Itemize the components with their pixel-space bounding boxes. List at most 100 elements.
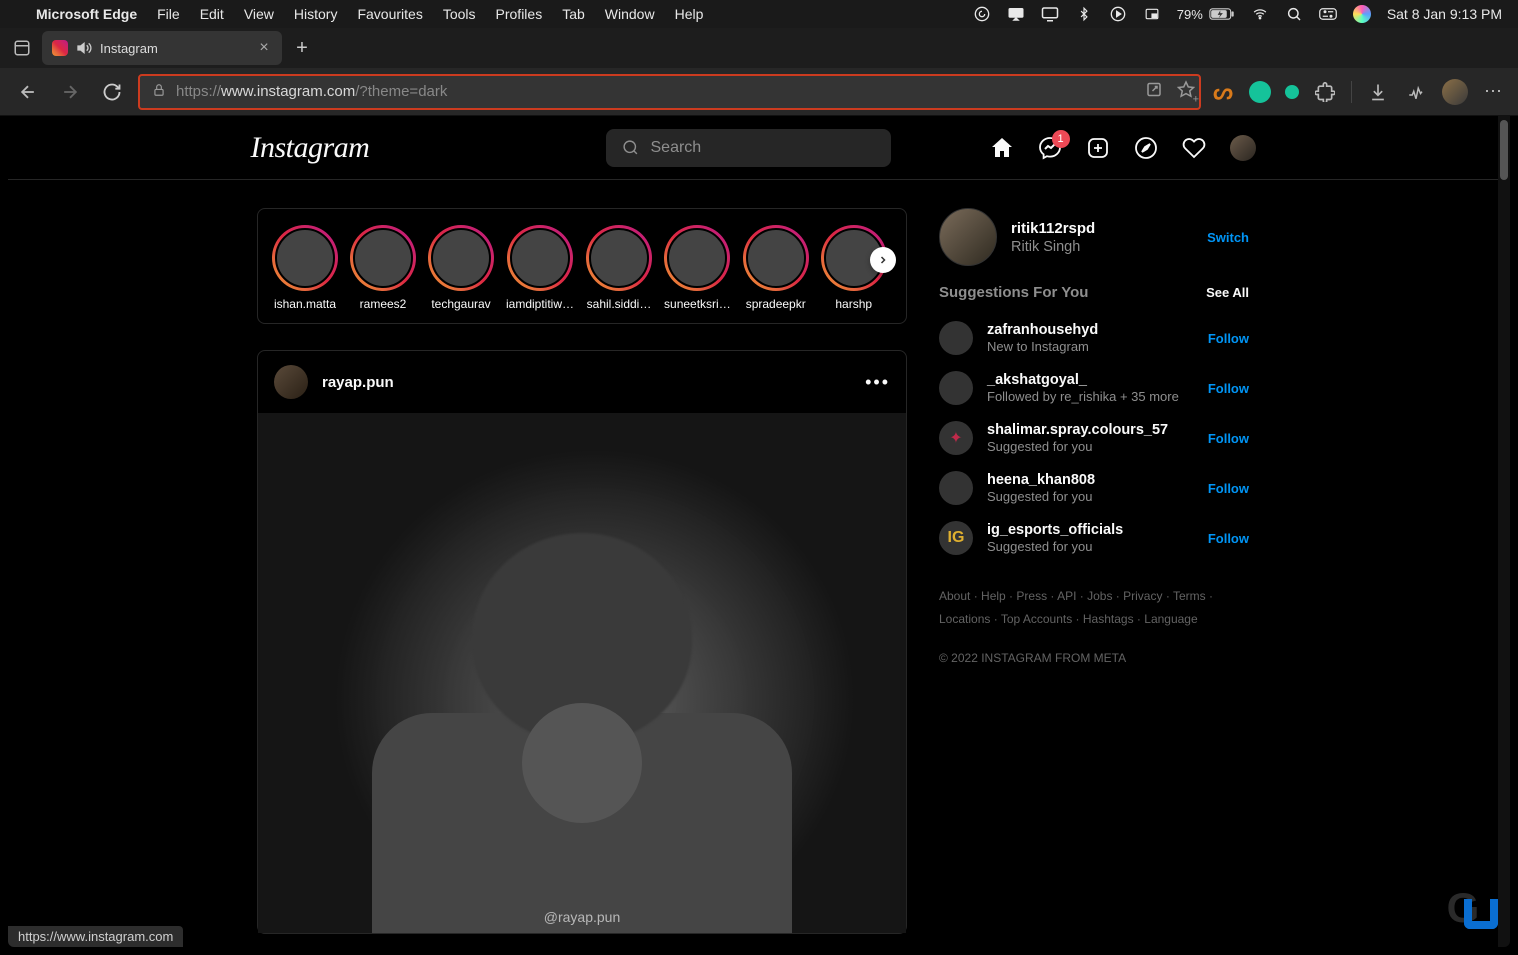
footer-link[interactable]: Terms: [1173, 589, 1213, 603]
story-item[interactable]: ramees2: [350, 225, 416, 311]
battery-status[interactable]: 79%: [1177, 7, 1235, 22]
nav-profile-avatar[interactable]: [1230, 135, 1256, 161]
follow-button[interactable]: Follow: [1208, 381, 1249, 396]
story-item[interactable]: spradeepkr: [743, 225, 809, 311]
story-item[interactable]: iamdiptitiw…: [506, 225, 574, 311]
story-item[interactable]: techgaurav: [428, 225, 494, 311]
footer-link[interactable]: Hashtags: [1083, 612, 1144, 626]
suggestion-username[interactable]: zafranhousehyd: [987, 322, 1208, 338]
home-icon[interactable]: [990, 136, 1014, 160]
post-media[interactable]: @rayap.pun: [258, 413, 906, 933]
browser-menu-icon[interactable]: ⋯: [1482, 80, 1506, 104]
forward-button[interactable]: [54, 76, 86, 108]
control-center-icon[interactable]: [1319, 5, 1337, 23]
follow-button[interactable]: Follow: [1208, 531, 1249, 546]
pip-icon[interactable]: [1143, 5, 1161, 23]
vertical-scrollbar[interactable]: [1498, 116, 1510, 947]
spotlight-icon[interactable]: [1285, 5, 1303, 23]
footer-link[interactable]: Language: [1144, 612, 1197, 626]
menu-profiles[interactable]: Profiles: [496, 6, 543, 22]
profile-avatar[interactable]: [1442, 79, 1468, 105]
current-user-avatar[interactable]: [939, 208, 997, 266]
suggestion-username[interactable]: _akshatgoyal_: [987, 372, 1208, 388]
menu-tools[interactable]: Tools: [443, 6, 476, 22]
extensions-menu-icon[interactable]: [1313, 80, 1337, 104]
menu-history[interactable]: History: [294, 6, 338, 22]
open-external-icon[interactable]: [1145, 80, 1163, 103]
reload-button[interactable]: [96, 76, 128, 108]
grammarly-extension-icon[interactable]: [1249, 81, 1271, 103]
footer-link[interactable]: Press: [1016, 589, 1057, 603]
suggestion-subtitle: Suggested for you: [987, 539, 1208, 554]
tab-close-button[interactable]: ×: [256, 40, 272, 56]
airplay-icon[interactable]: [1007, 5, 1025, 23]
footer-link[interactable]: API: [1057, 589, 1087, 603]
favourite-star-icon[interactable]: +: [1177, 80, 1195, 103]
scrollbar-thumb[interactable]: [1500, 120, 1508, 180]
post-more-button[interactable]: •••: [865, 372, 890, 393]
tab-actions-button[interactable]: [8, 34, 36, 62]
footer-link[interactable]: Help: [981, 589, 1016, 603]
menubar-clock[interactable]: Sat 8 Jan 9:13 PM: [1387, 6, 1502, 22]
switch-account-button[interactable]: Switch: [1207, 230, 1249, 245]
browser-tab[interactable]: Instagram ×: [42, 31, 282, 65]
playback-icon[interactable]: [1109, 5, 1127, 23]
instagram-logo[interactable]: Instagram: [251, 131, 451, 165]
footer-link[interactable]: Top Accounts: [1001, 612, 1083, 626]
suggestion-username[interactable]: heena_khan808: [987, 472, 1208, 488]
suggestion-username[interactable]: ig_esports_officials: [987, 522, 1208, 538]
story-item[interactable]: suneetksri…: [664, 225, 731, 311]
grammarly-menubar-icon[interactable]: [973, 5, 991, 23]
stories-tray[interactable]: ishan.matta ramees2 techgaurav iamdiptit…: [257, 208, 907, 324]
extension-1-icon[interactable]: ᔕ: [1211, 80, 1235, 104]
tab-audio-icon[interactable]: [76, 40, 92, 56]
footer-link[interactable]: Jobs: [1087, 589, 1123, 603]
post-author-username[interactable]: rayap.pun: [322, 374, 394, 391]
story-item[interactable]: sahil.siddi…: [586, 225, 652, 311]
menu-tab[interactable]: Tab: [562, 6, 585, 22]
follow-button[interactable]: Follow: [1208, 431, 1249, 446]
address-bar[interactable]: https://www.instagram.com/?theme=dark: [138, 74, 1201, 110]
suggestion-avatar[interactable]: [939, 371, 973, 405]
messenger-icon[interactable]: 1: [1038, 136, 1062, 160]
lock-icon: [152, 82, 166, 101]
explore-icon[interactable]: [1134, 136, 1158, 160]
bluetooth-icon[interactable]: [1075, 5, 1093, 23]
copyright-text: © 2022 INSTAGRAM FROM META: [939, 651, 1249, 665]
wifi-icon[interactable]: [1251, 5, 1269, 23]
follow-button[interactable]: Follow: [1208, 331, 1249, 346]
search-input[interactable]: Search: [606, 129, 891, 167]
footer-link[interactable]: Locations: [939, 612, 1001, 626]
stories-next-button[interactable]: [870, 247, 896, 273]
footer-links: AboutHelpPressAPIJobsPrivacyTerms Locati…: [939, 585, 1249, 631]
suggestion-avatar[interactable]: [939, 471, 973, 505]
extension-3-icon[interactable]: [1285, 85, 1299, 99]
menu-favourites[interactable]: Favourites: [357, 6, 422, 22]
performance-icon[interactable]: [1404, 80, 1428, 104]
new-post-icon[interactable]: [1086, 136, 1110, 160]
footer-link[interactable]: About: [939, 589, 981, 603]
footer-link[interactable]: Privacy: [1123, 589, 1173, 603]
activity-heart-icon[interactable]: [1182, 136, 1206, 160]
story-item[interactable]: ishan.matta: [272, 225, 338, 311]
menu-window[interactable]: Window: [605, 6, 655, 22]
menu-view[interactable]: View: [244, 6, 274, 22]
suggestion-avatar[interactable]: [939, 321, 973, 355]
downloads-icon[interactable]: [1366, 80, 1390, 104]
menu-file[interactable]: File: [157, 6, 180, 22]
display-icon[interactable]: [1041, 5, 1059, 23]
menubar-app-name[interactable]: Microsoft Edge: [36, 6, 137, 22]
new-tab-button[interactable]: +: [288, 34, 316, 62]
suggestion-avatar[interactable]: IG: [939, 521, 973, 555]
menu-edit[interactable]: Edit: [200, 6, 224, 22]
back-button[interactable]: [12, 76, 44, 108]
suggestion-username[interactable]: shalimar.spray.colours_57: [987, 422, 1208, 438]
siri-icon[interactable]: [1353, 5, 1371, 23]
current-user-username[interactable]: ritik112rspd: [1011, 220, 1207, 237]
suggestion-avatar[interactable]: ✦: [939, 421, 973, 455]
see-all-button[interactable]: See All: [1206, 285, 1249, 300]
post-author-avatar[interactable]: [274, 365, 308, 399]
toolbar-divider: [1351, 81, 1352, 103]
menu-help[interactable]: Help: [675, 6, 704, 22]
follow-button[interactable]: Follow: [1208, 481, 1249, 496]
